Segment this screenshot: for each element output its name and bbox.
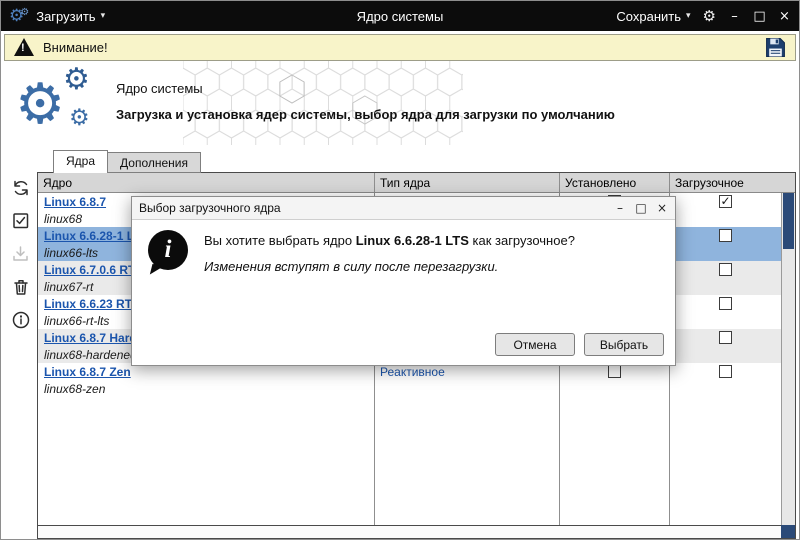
warning-bar: Внимание!: [4, 34, 796, 61]
boot-kernel-dialog: Выбор загрузочного ядра – □ × i Вы хотит…: [131, 196, 676, 366]
kernel-link[interactable]: Linux 6.7.0.6 RT: [44, 263, 135, 277]
message-kernel-name: Linux 6.6.28-1 LTS: [356, 233, 469, 248]
table-header: Ядро Тип ядра Установлено Загрузочное: [38, 173, 795, 193]
honeycomb-pattern: [183, 61, 463, 145]
column-header-type[interactable]: Тип ядра: [374, 173, 559, 192]
load-menu-button[interactable]: Загрузить ▾: [36, 9, 105, 24]
dialog-titlebar[interactable]: Выбор загрузочного ядра – □ ×: [132, 197, 675, 220]
scrollbar-thumb[interactable]: [783, 193, 794, 249]
gears-logo: ⚙ ⚙ ⚙: [15, 65, 119, 147]
delete-button[interactable]: [8, 274, 34, 300]
maximize-button[interactable]: □: [753, 9, 766, 24]
save-menu-button[interactable]: Сохранить ▾: [616, 9, 690, 24]
message-prefix: Вы хотите выбрать ядро: [204, 233, 356, 248]
download-icon: [11, 244, 31, 264]
tab-bar: Ядра Дополнения: [53, 150, 201, 173]
vertical-scrollbar[interactable]: [781, 193, 795, 525]
refresh-button[interactable]: [8, 175, 34, 201]
tab-addons[interactable]: Дополнения: [108, 152, 201, 173]
gear-icon: ⚙: [63, 65, 90, 95]
warning-text: Внимание!: [43, 40, 108, 55]
info-button[interactable]: [8, 307, 34, 333]
kernel-link[interactable]: Linux 6.8.7 Zen: [44, 365, 131, 379]
window-title: Ядро системы: [357, 1, 444, 31]
refresh-icon: [11, 178, 31, 198]
gear-icon: ⚙: [15, 77, 65, 133]
dialog-buttons: Отмена Выбрать: [495, 333, 664, 356]
column-header-bootable[interactable]: Загрузочное: [669, 173, 781, 192]
confirm-button[interactable]: Выбрать: [584, 333, 664, 356]
warning-triangle-icon: [14, 38, 34, 56]
bootable-checkbox[interactable]: [719, 297, 732, 310]
info-bubble-icon: i: [148, 230, 188, 270]
close-button[interactable]: ×: [778, 9, 791, 24]
page-title: Ядро системы: [116, 81, 203, 96]
message-suffix: как загрузочное?: [469, 233, 575, 248]
package-name: linux66-rt-lts: [44, 314, 109, 328]
cancel-button[interactable]: Отмена: [495, 333, 575, 356]
bootable-checkbox[interactable]: [719, 195, 732, 208]
dialog-minimize-button[interactable]: –: [614, 201, 626, 215]
checkbox-icon: [11, 211, 31, 231]
package-name: linux67-rt: [44, 280, 93, 294]
app-window: ⚙⚙ Загрузить ▾ Ядро системы Сохранить ▾ …: [0, 0, 800, 540]
package-name: linux68-hardened: [44, 348, 137, 362]
settings-gear-icon[interactable]: ⚙: [703, 7, 716, 25]
minimize-button[interactable]: –: [728, 9, 741, 24]
scroll-corner: [781, 525, 795, 538]
column-header-installed[interactable]: Установлено: [559, 173, 669, 192]
gear-icon: ⚙: [69, 107, 90, 130]
package-name: linux68-zen: [44, 382, 105, 396]
titlebar: ⚙⚙ Загрузить ▾ Ядро системы Сохранить ▾ …: [1, 1, 799, 31]
side-toolbar: [8, 175, 36, 333]
page-header: ⚙ ⚙ ⚙ Ядро системы Загрузка и установка …: [1, 61, 799, 149]
dialog-close-button[interactable]: ×: [656, 201, 668, 215]
bootable-checkbox[interactable]: [719, 331, 732, 344]
bootable-checkbox[interactable]: [719, 365, 732, 378]
download-button[interactable]: [8, 241, 34, 267]
column-header-kernel[interactable]: Ядро: [38, 173, 374, 192]
save-floppy-icon[interactable]: [765, 37, 786, 58]
bootable-checkbox[interactable]: [719, 263, 732, 276]
chevron-down-icon: ▾: [686, 11, 691, 21]
package-name: linux68: [44, 212, 82, 226]
kernel-type: Реактивное: [380, 365, 445, 379]
dialog-title: Выбор загрузочного ядра: [139, 201, 281, 215]
page-subtitle: Загрузка и установка ядер системы, выбор…: [116, 107, 615, 122]
tab-kernels[interactable]: Ядра: [53, 150, 108, 173]
dialog-note: Изменения вступят в силу после перезагру…: [204, 259, 663, 274]
dialog-maximize-button[interactable]: □: [635, 201, 647, 215]
kernel-link[interactable]: Linux 6.8.7: [44, 195, 106, 209]
load-menu-label: Загрузить: [36, 9, 95, 24]
bootable-checkbox[interactable]: [719, 229, 732, 242]
dialog-message: Вы хотите выбрать ядро Linux 6.6.28-1 LT…: [204, 233, 663, 248]
select-all-button[interactable]: [8, 208, 34, 234]
horizontal-scrollbar[interactable]: [38, 525, 781, 538]
installed-checkbox[interactable]: [608, 365, 621, 378]
app-gears-icon: ⚙⚙: [9, 8, 29, 25]
trash-icon: [11, 277, 31, 297]
package-name: linux66-lts: [44, 246, 98, 260]
chevron-down-icon: ▾: [101, 11, 106, 21]
info-icon: [11, 310, 31, 330]
save-menu-label: Сохранить: [616, 9, 681, 24]
